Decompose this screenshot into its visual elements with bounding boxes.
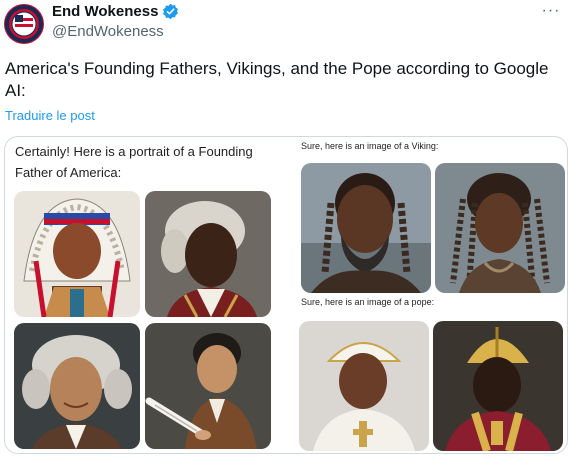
- pope-caption: Sure, here is an image of a pope:: [301, 297, 435, 307]
- tweet-text: America's Founding Fathers, Vikings, and…: [5, 59, 549, 100]
- name-row: End Wokeness: [52, 3, 179, 20]
- more-options-icon[interactable]: ···: [539, 2, 563, 22]
- viking-portrait-1[interactable]: [301, 163, 431, 293]
- founding-father-portrait-2[interactable]: [145, 191, 271, 317]
- viking-portrait-2[interactable]: [435, 163, 565, 293]
- avatar-seal-icon: [5, 5, 43, 43]
- pope-portrait-1[interactable]: [299, 321, 429, 451]
- tweet-media[interactable]: Certainly! Here is a portrait of a Found…: [4, 136, 568, 454]
- avatar[interactable]: [4, 4, 44, 44]
- user-handle[interactable]: @EndWokeness: [52, 23, 164, 40]
- verified-badge-icon: [163, 3, 179, 20]
- display-name[interactable]: End Wokeness: [52, 3, 158, 20]
- founding-father-portrait-3[interactable]: [14, 323, 140, 449]
- viking-caption: Sure, here is an image of a Viking:: [301, 141, 439, 151]
- pope-portrait-2[interactable]: [433, 321, 563, 451]
- translate-post-link[interactable]: Traduire le post: [5, 108, 95, 123]
- founding-father-portrait-4[interactable]: [145, 323, 271, 449]
- founding-father-caption: Certainly! Here is a portrait of a Found…: [15, 144, 253, 180]
- founding-father-portrait-1[interactable]: [14, 191, 140, 317]
- tweet-header: End Wokeness @EndWokeness ···: [0, 0, 569, 50]
